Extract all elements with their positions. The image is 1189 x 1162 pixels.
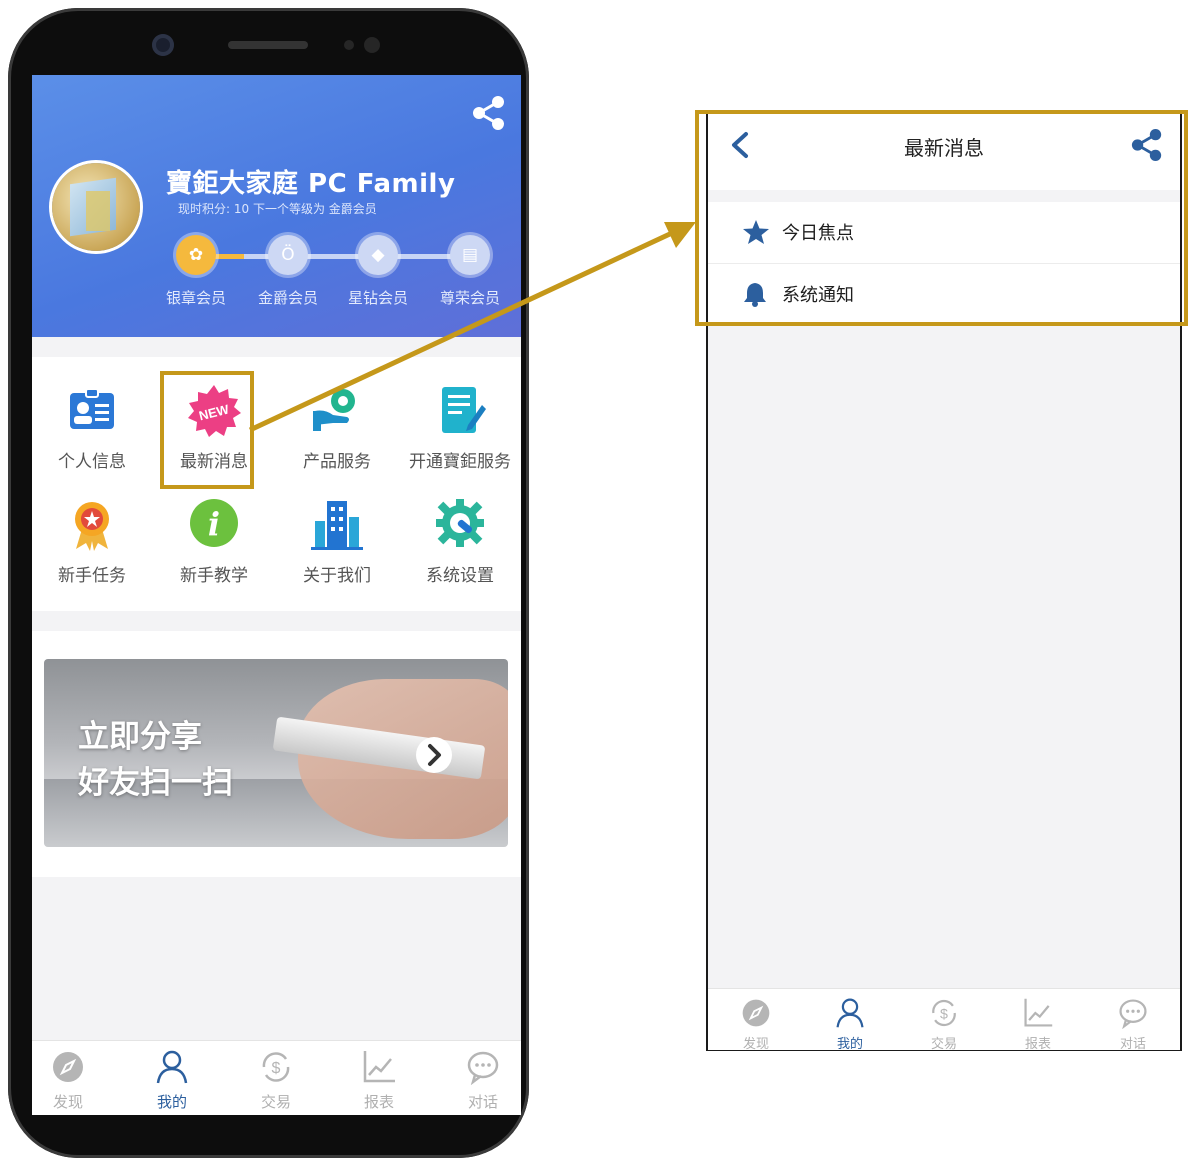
menu-latest-news[interactable]: NEW 最新消息 bbox=[154, 381, 274, 472]
diamond-icon: ◆ bbox=[358, 235, 398, 275]
medal-icon: ✿ bbox=[176, 235, 216, 275]
line-chart-icon bbox=[1024, 998, 1053, 1027]
menu-system-settings[interactable]: 系统设置 bbox=[400, 495, 520, 586]
tab-discover[interactable]: 发现 bbox=[716, 997, 796, 1052]
menu-label: 新手任务 bbox=[58, 566, 126, 586]
menu-label: 最新消息 bbox=[180, 452, 248, 472]
line-chart-icon bbox=[363, 1051, 395, 1083]
menu-product-services[interactable]: 产品服务 bbox=[277, 381, 397, 472]
gear-wrench-icon bbox=[430, 495, 490, 555]
menu-label: 新手教学 bbox=[180, 566, 248, 586]
tab-label: 报表 bbox=[363, 1093, 394, 1111]
share-banner[interactable]: 立即分享 好友扫一扫 bbox=[44, 659, 508, 847]
membership-levels: ✿ 银章会员 Ö 金爵会员 ◆ 星钻会员 ▤ 尊荣会员 bbox=[32, 235, 521, 315]
tab-label: 对话 bbox=[467, 1093, 498, 1111]
crown-icon: ▤ bbox=[450, 235, 490, 275]
award-ribbon-icon bbox=[62, 495, 122, 555]
bottom-tab-bar: 发现 我的 $ 交易 报表 对话 bbox=[708, 988, 1180, 1052]
hand-gear-icon bbox=[307, 381, 367, 441]
menu-label: 产品服务 bbox=[303, 452, 371, 472]
tab-mine[interactable]: 我的 bbox=[132, 1049, 212, 1112]
tab-label: 发现 bbox=[52, 1093, 83, 1111]
proximity-sensor bbox=[344, 40, 354, 50]
earpiece-speaker bbox=[228, 41, 308, 49]
tab-mine[interactable]: 我的 bbox=[810, 997, 890, 1052]
svg-text:$: $ bbox=[940, 1006, 948, 1022]
tab-discover[interactable]: 发现 bbox=[32, 1049, 108, 1112]
level-gold: Ö 金爵会员 bbox=[248, 235, 328, 308]
menu-personal-info[interactable]: 个人信息 bbox=[32, 381, 152, 472]
phone-frame: 寶鉅大家庭 PC Family 现时积分: 10 下一个等级为 金爵会员 ✿ 银… bbox=[8, 8, 529, 1158]
level-label: 银章会员 bbox=[165, 289, 226, 307]
compass-icon bbox=[742, 999, 770, 1027]
level-diamond: ◆ 星钻会员 bbox=[338, 235, 418, 308]
tab-label: 我的 bbox=[836, 1037, 863, 1052]
menu-label: 关于我们 bbox=[303, 566, 371, 586]
tab-chat[interactable]: 对话 bbox=[1093, 997, 1173, 1052]
profile-header: 寶鉅大家庭 PC Family 现时积分: 10 下一个等级为 金爵会员 ✿ 银… bbox=[32, 75, 521, 337]
highlight-box bbox=[695, 110, 1188, 326]
building-icon bbox=[307, 495, 367, 555]
svg-text:i: i bbox=[208, 505, 220, 543]
tab-trade[interactable]: $ 交易 bbox=[236, 1049, 316, 1112]
tab-label: 交易 bbox=[930, 1037, 957, 1052]
share-icon[interactable] bbox=[471, 95, 507, 135]
feature-menu: 个人信息 NEW 最新消息 产品服务 开通寶鉅服务 新手任务 i 新手教学 关于… bbox=[32, 357, 521, 611]
banner-title-line1: 立即分享 bbox=[78, 719, 202, 755]
chat-bubble-icon bbox=[1119, 999, 1147, 1030]
tab-report[interactable]: 报表 bbox=[998, 997, 1078, 1052]
banner-title-line2: 好友扫一扫 bbox=[78, 765, 233, 801]
tab-chat[interactable]: 对话 bbox=[443, 1049, 521, 1112]
profile-name: 寶鉅大家庭 PC Family bbox=[166, 169, 456, 199]
money-bag-icon: Ö bbox=[268, 235, 308, 275]
share-banner-section: 立即分享 好友扫一扫 bbox=[32, 631, 521, 877]
tab-label: 报表 bbox=[1024, 1037, 1051, 1052]
person-icon bbox=[836, 998, 864, 1028]
menu-label: 系统设置 bbox=[426, 566, 494, 586]
tab-label: 我的 bbox=[156, 1093, 187, 1111]
person-icon bbox=[156, 1050, 188, 1084]
menu-label: 开通寶鉅服务 bbox=[409, 452, 511, 472]
front-camera bbox=[152, 34, 174, 56]
menu-label: 个人信息 bbox=[58, 452, 126, 472]
dollar-exchange-icon: $ bbox=[262, 1052, 290, 1082]
tab-label: 交易 bbox=[260, 1093, 291, 1111]
points-info: 现时积分: 10 下一个等级为 金爵会员 bbox=[178, 202, 377, 216]
tab-label: 发现 bbox=[742, 1037, 769, 1052]
menu-beginner-tasks[interactable]: 新手任务 bbox=[32, 495, 152, 586]
tab-report[interactable]: 报表 bbox=[339, 1049, 419, 1112]
chevron-right-icon[interactable] bbox=[416, 737, 452, 773]
light-sensor bbox=[364, 37, 380, 53]
info-icon: i bbox=[184, 495, 244, 555]
bottom-tab-bar: 发现 我的 $ 交易 报表 对话 bbox=[32, 1040, 521, 1115]
level-silver: ✿ 银章会员 bbox=[156, 235, 236, 308]
menu-open-service[interactable]: 开通寶鉅服务 bbox=[400, 381, 520, 472]
tab-trade[interactable]: $ 交易 bbox=[904, 997, 984, 1052]
svg-text:$: $ bbox=[272, 1060, 281, 1077]
tab-label: 对话 bbox=[1119, 1037, 1146, 1052]
level-honor: ▤ 尊荣会员 bbox=[430, 235, 510, 308]
profile-screen: 寶鉅大家庭 PC Family 现时积分: 10 下一个等级为 金爵会员 ✿ 银… bbox=[32, 75, 521, 1115]
document-pen-icon bbox=[430, 381, 490, 441]
id-card-icon bbox=[62, 381, 122, 441]
chat-bubble-icon bbox=[467, 1051, 499, 1086]
level-label: 星钻会员 bbox=[347, 289, 408, 307]
level-label: 金爵会员 bbox=[257, 289, 318, 307]
level-label: 尊荣会员 bbox=[439, 289, 500, 307]
new-badge-icon: NEW bbox=[184, 381, 244, 441]
menu-beginner-tutorial[interactable]: i 新手教学 bbox=[154, 495, 274, 586]
dollar-exchange-icon: $ bbox=[932, 999, 956, 1027]
compass-icon bbox=[53, 1052, 83, 1082]
menu-about-us[interactable]: 关于我们 bbox=[277, 495, 397, 586]
